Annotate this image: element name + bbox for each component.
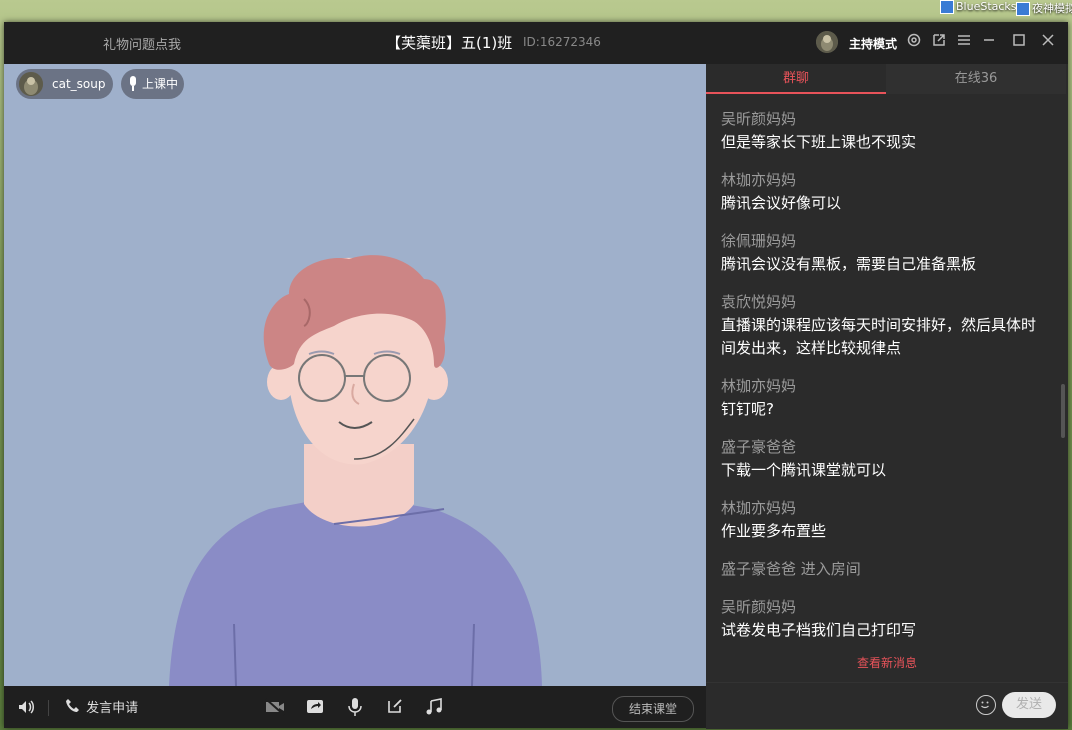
emoji-icon[interactable]: [976, 695, 996, 715]
sender-name: 徐佩珊妈妈: [721, 232, 797, 250]
chat-message: 盛子豪爸爸 下载一个腾讯课堂就可以: [706, 436, 1056, 482]
send-button[interactable]: 发送: [1002, 692, 1056, 718]
edit-icon[interactable]: [386, 697, 404, 717]
chat-panel: 群聊 在线36 吴昕颜妈妈 但是等家长下班上课也不现实 林珈亦妈妈 腾讯会议好像…: [706, 64, 1068, 729]
apply-speak-button[interactable]: 发言申请: [64, 697, 138, 717]
sender-name: 袁欣悦妈妈: [721, 293, 797, 311]
message-text: 腾讯会议没有黑板，需要自己准备黑板: [721, 255, 977, 273]
message-list: 吴昕颜妈妈 但是等家长下班上课也不现实 林珈亦妈妈 腾讯会议好像可以 徐佩珊妈妈…: [706, 108, 1056, 673]
sender-name: 盛子豪爸爸: [721, 438, 797, 456]
system-message: 盛子豪爸爸 进入房间: [706, 558, 1056, 581]
desktop-icon[interactable]: BlueStacks: [940, 0, 1017, 24]
host-avatar[interactable]: [816, 31, 838, 53]
video-stage: cat_soup 上课中: [4, 64, 706, 686]
class-status-chip: 上课中: [121, 69, 184, 99]
user-name: cat_soup: [52, 77, 106, 91]
end-class-button[interactable]: 结束课堂: [612, 696, 694, 722]
chat-message: 吴昕颜妈妈 但是等家长下班上课也不现实: [706, 108, 1056, 154]
settings-icon[interactable]: [904, 32, 924, 52]
message-text: 直播课的课程应该每天时间安排好，然后具体时间发出来，这样比较规律点: [721, 316, 1037, 357]
title-bar: 礼物问题点我 【芙蕖班】五(1)班 ID:16272346 主持模式: [4, 22, 1068, 64]
gift-help-link[interactable]: 礼物问题点我: [103, 34, 181, 53]
message-text: 钉钉呢?: [721, 400, 774, 418]
phone-icon: [66, 699, 79, 712]
camera-off-icon[interactable]: [264, 697, 286, 717]
chat-message: 林珈亦妈妈 腾讯会议好像可以: [706, 169, 1056, 215]
microphone-button[interactable]: [346, 697, 364, 717]
user-chip[interactable]: cat_soup: [16, 69, 113, 99]
room-id: ID:16272346: [523, 35, 601, 49]
bottom-toolbar: 发言申请 结束课堂: [4, 686, 706, 728]
message-text: 但是等家长下班上课也不现实: [721, 133, 917, 151]
desktop-icon-label: 夜神模拟器: [1032, 2, 1072, 15]
music-icon[interactable]: [424, 697, 444, 717]
speaker-icon[interactable]: [16, 697, 36, 717]
apply-speak-label: 发言申请: [86, 701, 139, 716]
app-icon: [940, 0, 954, 14]
teacher-placeholder-illustration: [169, 255, 542, 686]
message-text: 试卷发电子档我们自己打印写: [721, 621, 917, 639]
chat-message: 徐佩珊妈妈 腾讯会议没有黑板，需要自己准备黑板: [706, 230, 1056, 276]
class-status: 上课中: [142, 77, 179, 91]
desktop-icon-label: BlueStacks: [956, 0, 1017, 13]
desktop-icon[interactable]: 夜神模拟器: [1016, 0, 1072, 24]
chat-message: 林珈亦妈妈 钉钉呢?: [706, 375, 1056, 421]
class-title: 【芙蕖班】五(1)班: [386, 34, 513, 52]
chat-message: 袁欣悦妈妈 直播课的课程应该每天时间安排好，然后具体时间发出来，这样比较规律点: [706, 291, 1056, 360]
message-text: 下载一个腾讯课堂就可以: [721, 461, 887, 479]
minimize-icon[interactable]: [979, 32, 999, 52]
tab-online[interactable]: 在线36: [886, 64, 1066, 94]
sender-name: 吴昕颜妈妈: [721, 110, 797, 128]
close-icon[interactable]: [1038, 32, 1058, 52]
microphone-icon: [130, 76, 136, 86]
message-text: 作业要多布置些: [721, 522, 827, 540]
user-avatar: [19, 72, 43, 96]
chat-message: 吴昕颜妈妈 试卷发电子档我们自己打印写: [706, 596, 1056, 642]
app-icon: [1016, 2, 1030, 16]
maximize-icon[interactable]: [1009, 32, 1029, 52]
sender-name: 林珈亦妈妈: [721, 171, 797, 189]
system-notice: 盛子豪爸爸 进入房间: [721, 560, 861, 578]
screen-share-icon[interactable]: [305, 697, 325, 717]
classroom-window: 礼物问题点我 【芙蕖班】五(1)班 ID:16272346 主持模式 cat_s…: [4, 22, 1068, 729]
panel-tabs: 群聊 在线36: [706, 64, 1068, 94]
message-text: 腾讯会议好像可以: [721, 194, 842, 212]
chat-scrollbar[interactable]: [1061, 384, 1065, 438]
sender-name: 吴昕颜妈妈: [721, 598, 797, 616]
sender-name: 林珈亦妈妈: [721, 377, 797, 395]
chat-input[interactable]: [716, 691, 975, 721]
toolbar-divider: [48, 700, 49, 716]
chat-message: 林珈亦妈妈 作业要多布置些: [706, 497, 1056, 543]
sender-name: 林珈亦妈妈: [721, 499, 797, 517]
popout-icon[interactable]: [929, 32, 949, 52]
menu-icon[interactable]: [954, 32, 974, 52]
chat-input-row: 发送: [706, 682, 1068, 729]
view-new-messages-link[interactable]: 查看新消息: [706, 654, 1068, 671]
tab-group-chat[interactable]: 群聊: [706, 64, 886, 94]
host-mode-label[interactable]: 主持模式: [849, 35, 897, 52]
